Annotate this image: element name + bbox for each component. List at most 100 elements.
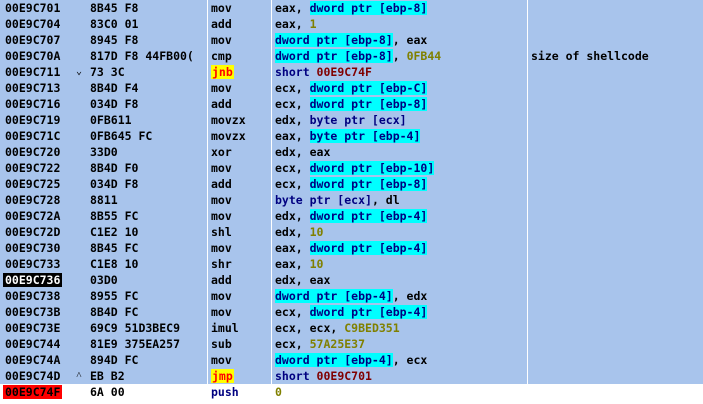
operand-part: edx,: [275, 225, 310, 239]
operands: edx, eax: [275, 272, 525, 288]
address-text: 00E9C744: [5, 337, 61, 351]
jump-arrow-icon: [73, 240, 85, 256]
mnemonic-text: shr: [211, 257, 232, 271]
row-address: 00E9C74D: [0, 368, 71, 384]
row-address: 00E9C74A: [0, 352, 71, 368]
disasm-row[interactable]: 00E9C72A 8B55 FC mov edx, dword ptr [ebp-4]: [0, 208, 703, 224]
disassembly-view[interactable]: 00E9C701 8B45 F8 mov eax, dword ptr [ebp-8]…: [0, 0, 703, 404]
hex-bytes: C1E8 10: [90, 257, 139, 271]
disasm-row[interactable]: 00E9C70A 817D F8 44FB00(cmp dword ptr [ebp…: [0, 48, 703, 64]
hex-bytes: 33D0: [90, 145, 118, 159]
address-text: 00E9C722: [5, 161, 61, 175]
row-address: 00E9C704: [0, 16, 71, 32]
comment: [531, 208, 703, 224]
operand-part: 0: [275, 385, 282, 399]
disasm-row[interactable]: 00E9C711 ⌄ 73 3C jnb short 00E9C74F: [0, 64, 703, 80]
hex-bytes: 8B4D F0: [90, 161, 139, 175]
disasm-row[interactable]: 00E9C725 034D F8 add ecx, dword ptr [ebp-8]: [0, 176, 703, 192]
hex-bytes: 817D F8 44FB00(: [90, 49, 194, 63]
address-text: 00E9C73B: [5, 305, 61, 319]
hex-bytes: 0FB645 FC: [90, 129, 153, 143]
comment: [531, 64, 703, 80]
disasm-row[interactable]: 00E9C738 8955 FC mov dword ptr [ebp-4], edx: [0, 288, 703, 304]
operand-part: dword ptr [ebp-4]: [309, 241, 428, 255]
row-address: 00E9C70A: [0, 48, 71, 64]
disasm-row[interactable]: 00E9C71C 0FB645 FC movzx eax, byte ptr [ebp…: [0, 128, 703, 144]
jump-arrow-icon: [73, 48, 85, 64]
mnemonic: mov: [211, 160, 271, 176]
mnemonic: sub: [211, 336, 271, 352]
operand-part: , eax: [392, 33, 428, 47]
disasm-row[interactable]: 00E9C73B 8B4D FC mov ecx, dword ptr [ebp-4]: [0, 304, 703, 320]
jump-arrow-icon: [73, 112, 85, 128]
comment: [531, 368, 703, 384]
comment: [531, 304, 703, 320]
operands: eax, 1: [275, 16, 525, 32]
operand-part: eax,: [275, 257, 310, 271]
operand-part: ecx,: [275, 97, 310, 111]
operand-part: dword ptr [ebp-8]: [309, 1, 428, 15]
mnemonic-text: mov: [211, 193, 232, 207]
disasm-row[interactable]: 00E9C720 33D0 xor edx, eax: [0, 144, 703, 160]
comment: [531, 128, 703, 144]
jump-arrow-icon: [73, 224, 85, 240]
disasm-row[interactable]: 00E9C744 81E9 375EA257 sub ecx, 57A25E37: [0, 336, 703, 352]
operands: ecx, dword ptr [ebp-8]: [275, 176, 525, 192]
operands: ecx, dword ptr [ebp-8]: [275, 96, 525, 112]
operand-part: ecx,: [275, 81, 310, 95]
mnemonic-text: cmp: [211, 49, 232, 63]
operand-part: eax,: [275, 129, 310, 143]
address-text: 00E9C713: [5, 81, 61, 95]
mnemonic: mov: [211, 80, 271, 96]
address-text: 00E9C74D: [5, 369, 61, 383]
jump-arrow-icon: [73, 128, 85, 144]
address-text: 00E9C73E: [5, 321, 61, 335]
operands: short 00E9C701: [275, 368, 525, 384]
mnemonic-text: sub: [211, 337, 232, 351]
operands: dword ptr [ebp-8], eax: [275, 32, 525, 48]
operand-part: ecx,: [275, 177, 310, 191]
row-address: 00E9C733: [0, 256, 71, 272]
disasm-row[interactable]: 00E9C74F 6A 00 push 0: [0, 384, 703, 400]
mnemonic-text: mov: [211, 81, 232, 95]
comment: [531, 96, 703, 112]
mnemonic: jnb: [211, 64, 271, 80]
operand-part: dword ptr [ebp-8]: [275, 33, 393, 47]
operands: byte ptr [ecx], dl: [275, 192, 525, 208]
operand-part: 10: [309, 257, 324, 271]
row-address: 00E9C74F: [0, 384, 71, 400]
operands: eax, 10: [275, 256, 525, 272]
comment: [531, 192, 703, 208]
disasm-row[interactable]: 00E9C713 8B4D F4 mov ecx, dword ptr [ebp-C]: [0, 80, 703, 96]
disasm-row[interactable]: 00E9C728 8811 mov byte ptr [ecx], dl: [0, 192, 703, 208]
mnemonic: xor: [211, 144, 271, 160]
operand-part: dword ptr [ebp-4]: [275, 353, 393, 367]
disasm-row[interactable]: 00E9C722 8B4D F0 mov ecx, dword ptr [ebp-10…: [0, 160, 703, 176]
operand-part: short: [275, 65, 317, 79]
disasm-row[interactable]: 00E9C733 C1E8 10 shr eax, 10: [0, 256, 703, 272]
operand-part: 10: [309, 225, 324, 239]
operand-part: byte ptr [ecx]: [275, 193, 372, 207]
comment: [531, 288, 703, 304]
hex-bytes: 0FB611: [90, 113, 132, 127]
operands: dword ptr [ebp-4], edx: [275, 288, 525, 304]
disasm-row[interactable]: 00E9C74A 894D FC mov dword ptr [ebp-4], ecx: [0, 352, 703, 368]
comment: [531, 320, 703, 336]
operand-part: ecx,: [275, 337, 310, 351]
mnemonic-text: mov: [211, 161, 232, 175]
jump-arrow-icon: [73, 384, 85, 400]
disasm-row[interactable]: 00E9C719 0FB611 movzx edx, byte ptr [ecx]: [0, 112, 703, 128]
disasm-row[interactable]: 00E9C701 8B45 F8 mov eax, dword ptr [ebp-8]: [0, 0, 703, 16]
disasm-row[interactable]: 00E9C707 8945 F8 mov dword ptr [ebp-8], eax: [0, 32, 703, 48]
disasm-row[interactable]: 00E9C730 8B45 FC mov eax, dword ptr [ebp-4]: [0, 240, 703, 256]
disasm-row[interactable]: 00E9C73E 69C9 51D3BEC9 imul ecx, ecx, C9BED…: [0, 320, 703, 336]
row-address: 00E9C713: [0, 80, 71, 96]
address-text: 00E9C716: [5, 97, 61, 111]
operands: 0: [275, 384, 525, 400]
disasm-row[interactable]: 00E9C704 83C0 01 add eax, 1: [0, 16, 703, 32]
disasm-row[interactable]: 00E9C736 03D0 add edx, eax: [0, 272, 703, 288]
disasm-row[interactable]: 00E9C716 034D F8 add ecx, dword ptr [ebp-8]: [0, 96, 703, 112]
jump-arrow-icon: [73, 144, 85, 160]
disasm-row[interactable]: 00E9C74D ˄ EB B2 jmp short 00E9C701: [0, 368, 703, 384]
disasm-row[interactable]: 00E9C72D C1E2 10 shl edx, 10: [0, 224, 703, 240]
